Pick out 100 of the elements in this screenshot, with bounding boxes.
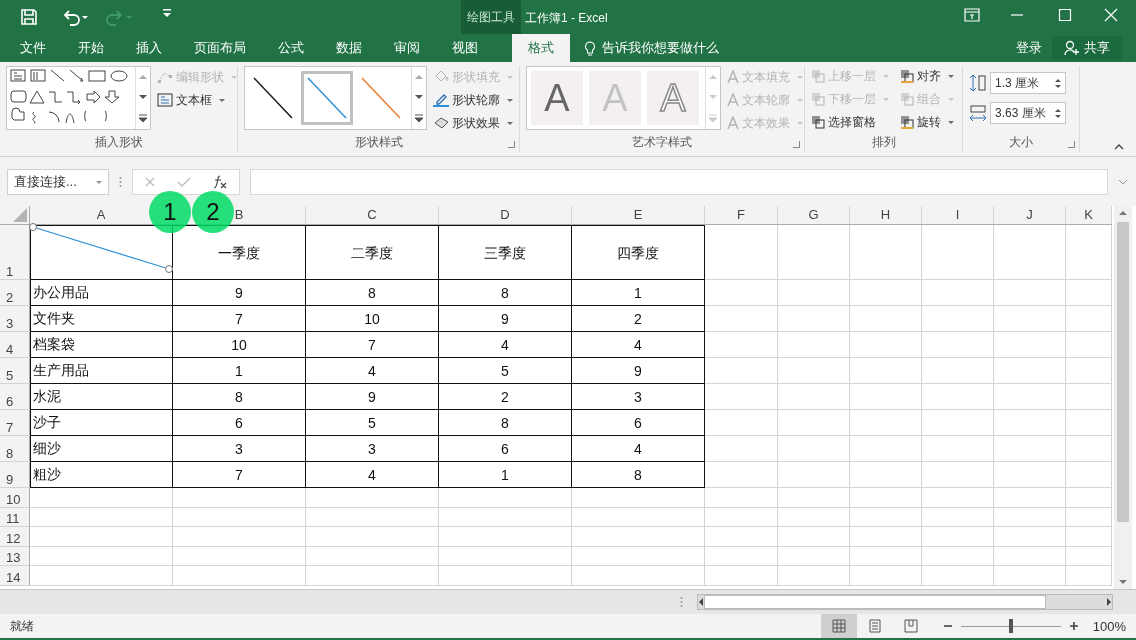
table-cell: 5	[439, 358, 572, 384]
ribbon-tab[interactable]: 文件	[0, 34, 60, 62]
ribbon-tab[interactable]: 页面布局	[180, 34, 260, 62]
table-cell: 8	[306, 280, 439, 306]
table-cell: 粗沙	[30, 462, 173, 488]
table-cell: 7	[306, 332, 439, 358]
table-cell: 9	[439, 306, 572, 332]
ribbon-command[interactable]: 文本框	[157, 90, 237, 110]
table-cell: 10	[173, 332, 306, 358]
table-cell: 3	[572, 384, 705, 410]
table-cell: 2	[572, 306, 705, 332]
share-button[interactable]: 共享	[1052, 36, 1122, 60]
table-cell: 3	[173, 436, 306, 462]
table-cell: 4	[572, 332, 705, 358]
table-cell: 10	[306, 306, 439, 332]
table-cell: 2	[439, 384, 572, 410]
row-header[interactable]: 4	[0, 332, 30, 358]
table-cell: 9	[572, 358, 705, 384]
table-cell: 1	[572, 280, 705, 306]
column-header[interactable]: H	[880, 207, 891, 222]
table-cell: 6	[439, 436, 572, 462]
table-cell: 三季度	[439, 225, 572, 280]
table-cell: 沙子	[30, 410, 173, 436]
row-header[interactable]: 13	[0, 546, 30, 566]
row-header[interactable]: 7	[0, 410, 30, 436]
row-header[interactable]: 1	[0, 225, 30, 280]
table-cell: 8	[572, 462, 705, 488]
ribbon-tab[interactable]: 格式	[512, 34, 570, 62]
row-header[interactable]: 9	[0, 462, 30, 488]
table-cell: 3	[306, 436, 439, 462]
row-header[interactable]: 2	[0, 280, 30, 306]
size-field[interactable]: 1.3 厘米	[990, 72, 1066, 94]
table-cell: 1	[439, 462, 572, 488]
table-cell: 5	[306, 410, 439, 436]
row-header[interactable]: 14	[0, 566, 30, 586]
table-cell: 8	[173, 384, 306, 410]
table-cell: 9	[306, 384, 439, 410]
ribbon-command[interactable]: 形状轮廓	[433, 90, 513, 110]
context-label: 绘图工具	[461, 0, 521, 34]
table-cell: 文件夹	[30, 306, 173, 332]
table-cell: 9	[173, 280, 306, 306]
table-cell: 档案袋	[30, 332, 173, 358]
table-cell: 细沙	[30, 436, 173, 462]
ribbon-command[interactable]: 形状效果	[433, 113, 513, 133]
table-cell: 8	[439, 410, 572, 436]
ribbon-tab[interactable]: 插入	[122, 34, 176, 62]
ribbon-command[interactable]: 选择窗格	[811, 112, 892, 132]
table-cell: 7	[173, 462, 306, 488]
group-label: 插入形状	[93, 134, 144, 151]
table-cell: 二季度	[306, 225, 439, 280]
row-header[interactable]: 12	[0, 527, 30, 547]
status-text: 就绪	[10, 617, 34, 635]
table-cell: 生产用品	[30, 358, 173, 384]
table-cell: 6	[572, 410, 705, 436]
table-cell: 4	[306, 462, 439, 488]
column-header[interactable]: D	[500, 207, 510, 222]
ribbon-tab[interactable]: 开始	[64, 34, 118, 62]
table-cell: 1	[173, 358, 306, 384]
column-header[interactable]: J	[1026, 207, 1033, 222]
group-label: 艺术字样式	[526, 134, 798, 152]
ribbon-command[interactable]: 对齐	[899, 66, 956, 86]
table-cell: 7	[173, 306, 306, 332]
column-header[interactable]: A	[96, 207, 106, 222]
column-header[interactable]: F	[737, 207, 745, 222]
row-header[interactable]: 8	[0, 436, 30, 462]
group-label: 大小	[969, 134, 1073, 152]
sign-in-link[interactable]: 登录	[1006, 34, 1052, 62]
column-header[interactable]: C	[367, 207, 377, 222]
table-cell: 水泥	[30, 384, 173, 410]
tell-me-search[interactable]: 告诉我你想要做什么	[584, 34, 719, 62]
ribbon-tab[interactable]: 视图	[438, 34, 492, 62]
column-header[interactable]: B	[234, 207, 244, 222]
zoom-level[interactable]: 100%	[1092, 618, 1126, 634]
row-header[interactable]: 11	[0, 507, 30, 527]
column-header[interactable]: I	[955, 207, 960, 222]
wordart-style-option[interactable]: A	[531, 71, 583, 125]
group-label: 形状样式	[244, 134, 513, 152]
window-title: 工作簿1 - Excel	[525, 10, 608, 27]
column-header[interactable]: G	[808, 207, 819, 222]
name-box[interactable]: 直接连接...	[7, 169, 109, 195]
table-cell: 8	[439, 280, 572, 306]
ribbon-tab[interactable]: 公式	[264, 34, 318, 62]
row-header[interactable]: 5	[0, 358, 30, 384]
table-cell: 四季度	[572, 225, 705, 280]
table-cell: 4	[572, 436, 705, 462]
table-cell: 6	[173, 410, 306, 436]
row-header[interactable]: 10	[0, 488, 30, 508]
ribbon-command[interactable]: 旋转	[899, 112, 956, 132]
table-cell: 4	[306, 358, 439, 384]
column-header[interactable]: E	[633, 207, 643, 222]
table-cell: 办公用品	[30, 280, 173, 306]
column-header[interactable]: K	[1084, 207, 1093, 222]
table-cell: 4	[439, 332, 572, 358]
tell-me-text: 告诉我你想要做什么	[602, 39, 719, 57]
ribbon-tab[interactable]: 审阅	[380, 34, 434, 62]
group-label: 排列	[870, 134, 897, 151]
size-field[interactable]: 3.63 厘米	[990, 102, 1066, 124]
row-header[interactable]: 3	[0, 306, 30, 332]
row-header[interactable]: 6	[0, 384, 30, 410]
ribbon-tab[interactable]: 数据	[322, 34, 376, 62]
